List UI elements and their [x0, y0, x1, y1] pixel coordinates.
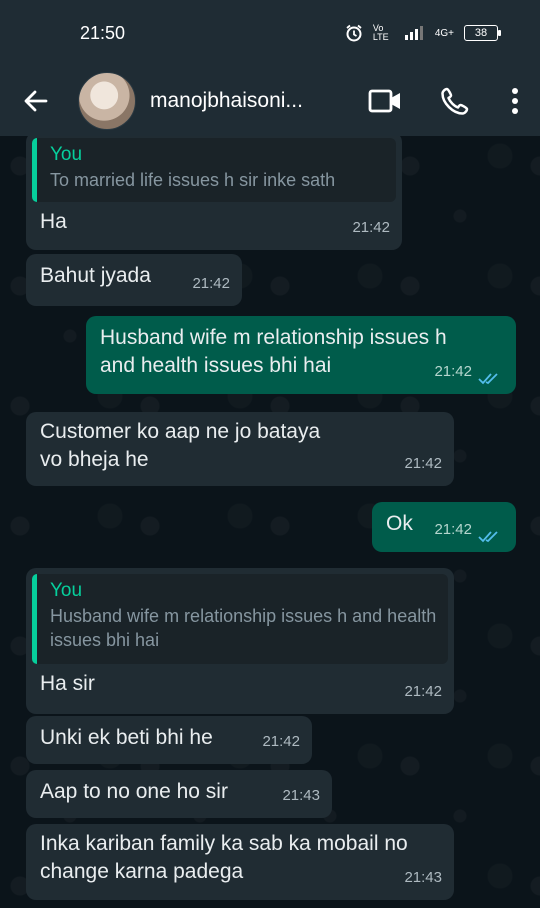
- message-list[interactable]: You To married life issues h sir inke sa…: [0, 136, 540, 908]
- message-bubble[interactable]: You To married life issues h sir inke sa…: [26, 136, 402, 250]
- message-bubble[interactable]: Ok 21:42: [372, 502, 516, 552]
- message-text: Ha sir: [40, 672, 95, 695]
- quoted-message[interactable]: You Husband wife m relationship issues h…: [32, 574, 448, 664]
- message-bubble[interactable]: Aap to no one ho sir 21:43: [26, 770, 332, 818]
- message-time: 21:43: [404, 869, 442, 886]
- voice-call-button[interactable]: [420, 66, 490, 136]
- battery-level: 38: [474, 27, 488, 39]
- status-bar: 21:50 Vo LTE 4G+ 38: [0, 0, 540, 66]
- network-type-label: 4G+: [434, 27, 454, 39]
- message-bubble[interactable]: Unki ek beti bhi he 21:42: [26, 716, 312, 764]
- read-ticks-icon: [478, 373, 498, 385]
- more-options-button[interactable]: [490, 66, 540, 136]
- quoted-message[interactable]: You To married life issues h sir inke sa…: [32, 138, 396, 202]
- alarm-icon: [346, 24, 362, 42]
- battery-icon: 38: [464, 25, 501, 41]
- chat-header: manojbhaisoni...: [0, 66, 540, 136]
- back-button[interactable]: [0, 66, 72, 136]
- video-call-icon: [368, 89, 400, 113]
- message-text: Ha: [40, 210, 67, 233]
- more-vertical-icon: [512, 88, 518, 114]
- video-call-button[interactable]: [350, 66, 420, 136]
- message-time: 21:42: [262, 733, 300, 750]
- message-time: 21:42: [192, 275, 230, 292]
- message-time: 21:42: [434, 521, 472, 538]
- status-icons: Vo LTE 4G+ 38: [345, 23, 501, 42]
- quote-text: To married life issues h sir inke sath: [50, 170, 336, 190]
- status-time: 21:50: [80, 22, 126, 43]
- quote-text: Husband wife m relationship issues h and…: [50, 606, 437, 650]
- contact-avatar[interactable]: [78, 72, 136, 130]
- message-bubble[interactable]: Bahut jyada 21:42: [26, 254, 242, 306]
- phone-icon: [441, 87, 469, 115]
- quote-author: You: [50, 580, 83, 601]
- message-bubble[interactable]: Husband wife m relationship issues h and…: [86, 316, 516, 394]
- message-text: Inka kariban family ka sab ka mobail no …: [40, 832, 408, 883]
- arrow-left-icon: [24, 90, 48, 112]
- message-time: 21:42: [404, 455, 442, 472]
- signal-icon: [404, 26, 423, 40]
- message-text: Customer ko aap ne jo bataya vo bheja he: [40, 420, 321, 471]
- message-bubble[interactable]: Customer ko aap ne jo bataya vo bheja he…: [26, 412, 454, 486]
- message-time: 21:42: [404, 683, 442, 700]
- quote-author: You: [50, 144, 83, 165]
- volte-label: Vo LTE: [372, 23, 389, 42]
- message-time: 21:42: [434, 363, 472, 380]
- message-time: 21:43: [282, 787, 320, 804]
- message-bubble[interactable]: You Husband wife m relationship issues h…: [26, 568, 454, 714]
- message-time: 21:42: [352, 219, 390, 236]
- message-text: Husband wife m relationship issues h and…: [100, 326, 447, 377]
- contact-name[interactable]: manojbhaisoni...: [150, 89, 340, 113]
- read-ticks-icon: [478, 531, 498, 543]
- message-bubble[interactable]: Inka kariban family ka sab ka mobail no …: [26, 824, 454, 900]
